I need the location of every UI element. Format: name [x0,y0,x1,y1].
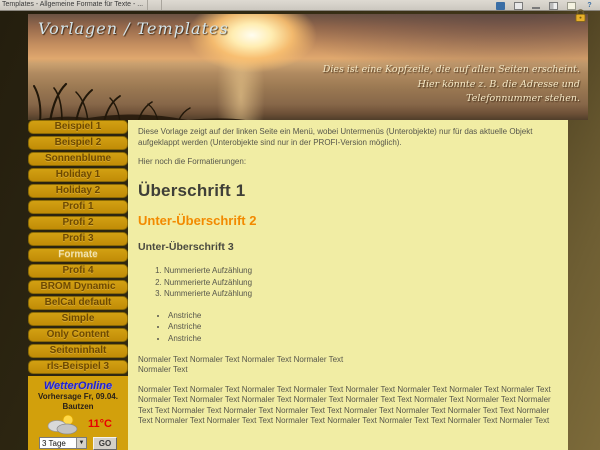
chevron-down-icon: ▼ [76,438,86,448]
numbered-list-item: Nummerierte Aufzählung [164,265,558,277]
weather-forecast-line: Vorhersage Fr, 09.04. [28,392,128,402]
numbered-list: Nummerierte Aufzählung Nummerierte Aufzä… [164,265,558,300]
formats-label: Hier noch die Formatierungen: [138,157,558,168]
site-container: Vorlagen / Templates Dies ist eine Kopfz… [28,14,588,450]
header-tagline: Dies ist eine Kopfzeile, die auf allen S… [323,63,580,107]
weather-go-button[interactable]: GO [93,437,117,450]
heading-3: Unter-Überschrift 3 [138,241,558,255]
wetteronline-logo[interactable]: WetterOnline [28,380,128,392]
sidebar-item-profi-1[interactable]: Profi 1 [28,200,128,214]
sidebar-item-sonnenblume[interactable]: Sonnenblume [28,152,128,166]
weather-city: Bautzen [28,402,128,412]
forecast-range-select[interactable]: 3 Tage ▼ [39,437,87,449]
minimize-icon[interactable] [532,3,540,9]
padlock-icon [574,9,587,22]
browser-tab[interactable]: Templates - Allgemeine Formate für Texte… [0,0,148,10]
normal-text-long: Normaler Text Normaler Text Normaler Tex… [138,385,558,427]
site-title: Vorlagen / Templates [38,19,229,38]
heading-2: Unter-Überschrift 2 [138,212,558,229]
bullet-list-item: Anstriche [168,321,558,333]
sidebar-item-only-content[interactable]: Only Content [28,328,128,342]
page-background: Vorlagen / Templates Dies ist eine Kopfz… [0,11,600,450]
sidebar-item-belcal-default[interactable]: BelCal default [28,296,128,310]
sidebar-item-profi-4[interactable]: Profi 4 [28,264,128,278]
sidebar-item-profi-2[interactable]: Profi 2 [28,216,128,230]
weather-widget: WetterOnline Vorhersage Fr, 09.04. Bautz… [28,376,128,450]
bookmark-icon[interactable] [496,2,505,10]
sidebar-item-holiday-1[interactable]: Holiday 1 [28,168,128,182]
numbered-list-item: Nummerierte Aufzählung [164,277,558,289]
window-icon[interactable] [514,2,523,10]
header-image: Vorlagen / Templates Dies ist eine Kopfz… [28,14,588,120]
sidebar-item-beispiel-1[interactable]: Beispiel 1 [28,120,128,134]
browser-tab-stub[interactable] [148,0,162,10]
temperature-value: 11°C [88,418,112,430]
numbered-list-item: Nummerierte Aufzählung [164,288,558,300]
sidebar-item-rls-beispiel-3[interactable]: rls-Beispiel 3 [28,360,128,374]
sidebar-item-beispiel-2[interactable]: Beispiel 2 [28,136,128,150]
partly-cloudy-icon [44,413,80,435]
restore-icon[interactable] [549,2,558,10]
forecast-range-value: 3 Tage [40,438,76,448]
main-content: Diese Vorlage zeigt auf der linken Seite… [128,120,568,450]
sidebar-menu: Beispiel 1 Beispiel 2 Sonnenblume Holida… [28,120,128,450]
normal-text-short: Normaler Text Normaler Text Normaler Tex… [138,355,558,376]
bullet-list: Anstriche Anstriche Anstriche [168,310,558,345]
intro-paragraph: Diese Vorlage zeigt auf der linken Seite… [138,127,558,148]
sidebar-item-profi-3[interactable]: Profi 3 [28,232,128,246]
sidebar-item-seiteninhalt[interactable]: Seiteninhalt [28,344,128,358]
browser-tab-bar: Templates - Allgemeine Formate für Texte… [0,0,600,11]
bullet-list-item: Anstriche [168,333,558,345]
sidebar-item-simple[interactable]: Simple [28,312,128,326]
bullet-list-item: Anstriche [168,310,558,322]
heading-1: Überschrift 1 [138,180,558,202]
sidebar-item-brom-dynamic[interactable]: BROM Dynamic [28,280,128,294]
sidebar-item-holiday-2[interactable]: Holiday 2 [28,184,128,198]
dune-grass-silhouette [28,76,258,120]
sidebar-item-formate[interactable]: Formate [28,248,128,262]
